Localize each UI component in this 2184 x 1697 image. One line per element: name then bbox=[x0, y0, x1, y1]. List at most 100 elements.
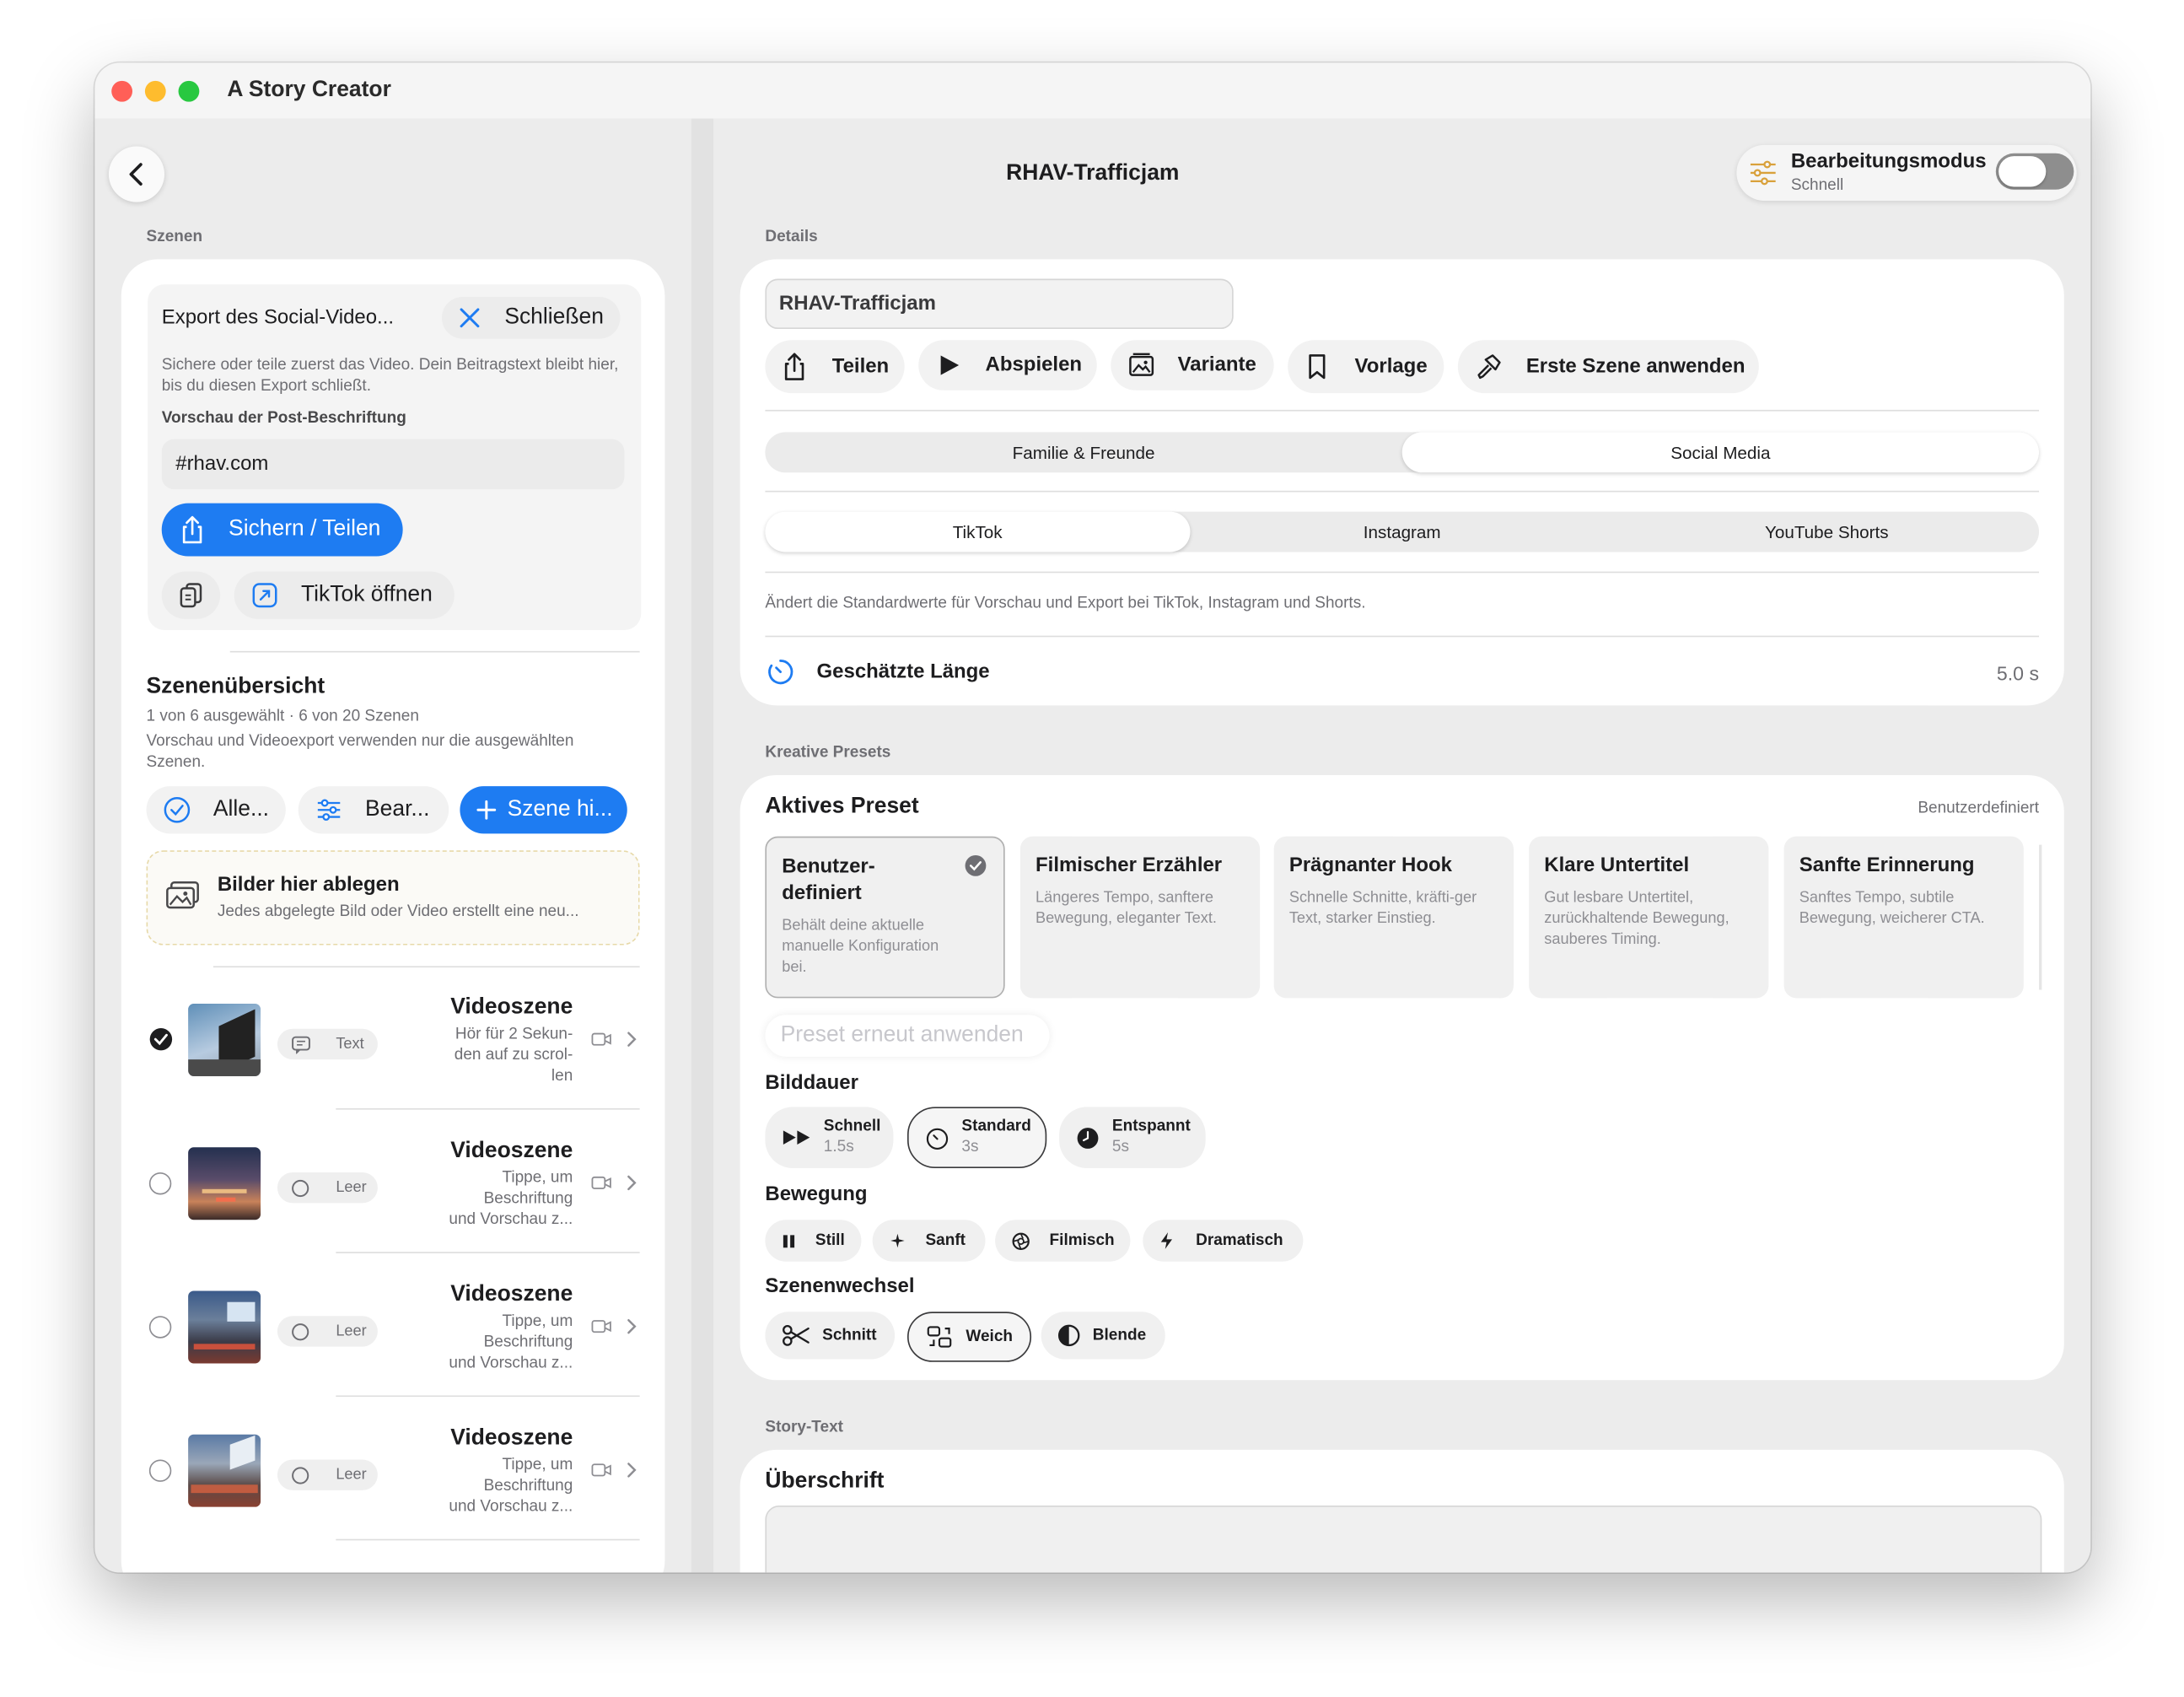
empty-circle-icon bbox=[292, 1323, 309, 1340]
speech-bubble-icon bbox=[292, 1035, 310, 1053]
motion-label: Bewegung bbox=[765, 1183, 868, 1206]
preset-card-subtitles[interactable]: Klare Untertitel Gut lesbare Untertitel,… bbox=[1529, 836, 1769, 999]
edit-scenes-button[interactable]: Bear... bbox=[298, 786, 449, 834]
clock-icon bbox=[1077, 1127, 1099, 1149]
platform-segmented-control[interactable]: TikTok Instagram YouTube Shorts bbox=[765, 511, 2040, 552]
scene-row[interactable]: Leer Videoszene Tippe, um Beschriftung u… bbox=[121, 1412, 665, 1554]
play-button[interactable]: Abspielen bbox=[918, 340, 1097, 391]
motion-option-cinematic[interactable]: Filmisch bbox=[995, 1220, 1131, 1262]
transition-option-soft[interactable]: Weich bbox=[906, 1312, 1032, 1362]
preset-card-custom[interactable]: Benutzer- definiert Behält deine aktuell… bbox=[765, 836, 1005, 999]
segment-tiktok[interactable]: TikTok bbox=[765, 511, 1190, 552]
close-window-button[interactable] bbox=[111, 80, 133, 101]
plus-icon bbox=[476, 800, 497, 820]
divider bbox=[765, 490, 2040, 493]
share-label: Teilen bbox=[831, 355, 890, 378]
variant-button[interactable]: Variante bbox=[1111, 340, 1274, 391]
apply-first-scene-button[interactable]: Erste Szene anwenden bbox=[1457, 340, 1759, 394]
divider bbox=[765, 409, 2040, 412]
back-button[interactable] bbox=[108, 146, 165, 202]
sparkle-icon bbox=[890, 1233, 905, 1248]
window-controls bbox=[111, 80, 200, 101]
scene-tag-label: Leer bbox=[336, 1179, 367, 1197]
preset-scroll-edge bbox=[2039, 844, 2042, 990]
play-label: Abspielen bbox=[985, 353, 1083, 377]
minimize-window-button[interactable] bbox=[144, 80, 166, 101]
preset-title: Prägnanter Hook bbox=[1288, 854, 1452, 877]
chevron-right-icon bbox=[627, 1032, 637, 1047]
caption-preview-field[interactable]: #rhav.com bbox=[161, 439, 625, 490]
scene-subtitle-line: Beschriftung bbox=[483, 1333, 573, 1351]
audience-segmented-control[interactable]: Familie & Freunde Social Media bbox=[765, 432, 2040, 473]
scene-select-radio[interactable] bbox=[148, 1316, 172, 1339]
transition-option-cut[interactable]: Schnitt bbox=[765, 1312, 896, 1360]
scene-title: Videoszene bbox=[450, 1425, 573, 1450]
duration-option-fast[interactable]: Schnell 1.5s bbox=[765, 1107, 894, 1169]
scene-row[interactable]: Leer Videoszene Tippe, um Beschriftung u… bbox=[121, 1125, 665, 1268]
motion-option-dramatic[interactable]: Dramatisch bbox=[1143, 1220, 1304, 1262]
motion-option-still[interactable]: Still bbox=[765, 1220, 862, 1262]
save-share-label: Sichern / Teilen bbox=[229, 517, 381, 541]
headline-input[interactable] bbox=[765, 1506, 2042, 1573]
share-button[interactable]: Teilen bbox=[765, 340, 905, 394]
duration-option-relaxed[interactable]: Entspannt 5s bbox=[1059, 1107, 1206, 1169]
empty-circle-icon bbox=[292, 1179, 309, 1197]
timer-icon bbox=[768, 660, 793, 685]
scene-title: Videoszene bbox=[450, 995, 573, 1020]
segment-instagram[interactable]: Instagram bbox=[1190, 512, 1615, 552]
preset-card-cinematic[interactable]: Filmischer Erzähler Längeres Tempo, sanf… bbox=[1019, 836, 1261, 999]
bolt-icon bbox=[1160, 1232, 1173, 1249]
chevron-right-icon bbox=[627, 1463, 637, 1478]
transition-option-fade[interactable]: Blende bbox=[1041, 1312, 1165, 1360]
scene-row[interactable]: Leer Videoszene Tippe, um Beschriftung u… bbox=[121, 1269, 665, 1411]
edit-scenes-label: Bear... bbox=[365, 797, 430, 822]
template-button[interactable]: Vorlage bbox=[1288, 340, 1444, 394]
edit-mode-value: Schnell bbox=[1790, 176, 1844, 194]
photo-stack-icon bbox=[1129, 353, 1154, 376]
pause-icon bbox=[783, 1234, 795, 1247]
open-tiktok-button[interactable]: TikTok öffnen bbox=[234, 571, 455, 619]
close-export-button[interactable]: Schließen bbox=[441, 297, 621, 339]
active-preset-label: Aktives Preset bbox=[765, 795, 919, 819]
split-divider[interactable] bbox=[691, 118, 714, 1573]
divider bbox=[765, 571, 2040, 574]
duration-option-standard[interactable]: Standard 3s bbox=[906, 1107, 1047, 1169]
export-title: Export des Social-Video... bbox=[161, 306, 395, 330]
zoom-window-button[interactable] bbox=[178, 80, 200, 101]
photos-icon bbox=[166, 881, 199, 909]
drop-zone[interactable]: Bilder hier ablegen Jedes abgelegte Bild… bbox=[146, 850, 640, 945]
preset-card-gentle[interactable]: Sanfte Erinnerung Sanftes Tempo, subtile… bbox=[1783, 836, 2024, 999]
checkmark-filled-icon[interactable] bbox=[149, 1027, 173, 1051]
scene-select-radio[interactable] bbox=[148, 1459, 172, 1482]
divider bbox=[336, 1538, 640, 1541]
preset-description: Schnelle Schnitte, kräfti-ger Text, star… bbox=[1288, 889, 1477, 928]
copy-caption-button[interactable] bbox=[161, 571, 221, 619]
divider bbox=[765, 635, 2040, 638]
video-camera-icon bbox=[591, 1176, 611, 1189]
scene-subtitle-line: Hör für 2 Sekun- bbox=[455, 1026, 573, 1043]
motion-option-gentle[interactable]: Sanft bbox=[872, 1220, 986, 1262]
edit-mode-toggle[interactable] bbox=[1995, 153, 2074, 190]
scene-tag: Text bbox=[277, 1028, 378, 1060]
empty-circle-icon bbox=[292, 1466, 309, 1484]
scene-row[interactable]: Text Videoszene Hör für 2 Sekun- den auf… bbox=[121, 982, 665, 1124]
share-icon bbox=[182, 515, 202, 544]
transition-option-label: Weich bbox=[966, 1328, 1014, 1345]
scissors-icon bbox=[783, 1324, 810, 1346]
add-scene-button[interactable]: Szene hi... bbox=[460, 786, 627, 834]
scene-select-radio[interactable] bbox=[148, 1172, 172, 1195]
select-all-button[interactable]: Alle... bbox=[146, 786, 286, 834]
scene-subtitle-line: und Vorschau z... bbox=[449, 1211, 573, 1229]
save-share-button[interactable]: Sichern / Teilen bbox=[161, 503, 403, 557]
reapply-preset-button[interactable]: Preset erneut anwenden bbox=[765, 1015, 1050, 1057]
segment-youtube-shorts[interactable]: YouTube Shorts bbox=[1615, 512, 2040, 552]
preset-card-hook[interactable]: Prägnanter Hook Schnelle Schnitte, kräft… bbox=[1273, 836, 1514, 999]
scene-tag-label: Leer bbox=[336, 1323, 367, 1340]
edit-mode-control[interactable]: Bearbeitungsmodus Schnell bbox=[1736, 144, 2077, 202]
details-section-label: Details bbox=[765, 229, 818, 245]
chevron-right-icon bbox=[627, 1318, 637, 1334]
segment-family-friends[interactable]: Familie & Freunde bbox=[765, 432, 1401, 472]
project-name-field[interactable]: RHAV-Trafficjam bbox=[765, 278, 1234, 330]
segment-social-media[interactable]: Social Media bbox=[1401, 432, 2040, 473]
preset-title: definiert bbox=[782, 882, 862, 905]
